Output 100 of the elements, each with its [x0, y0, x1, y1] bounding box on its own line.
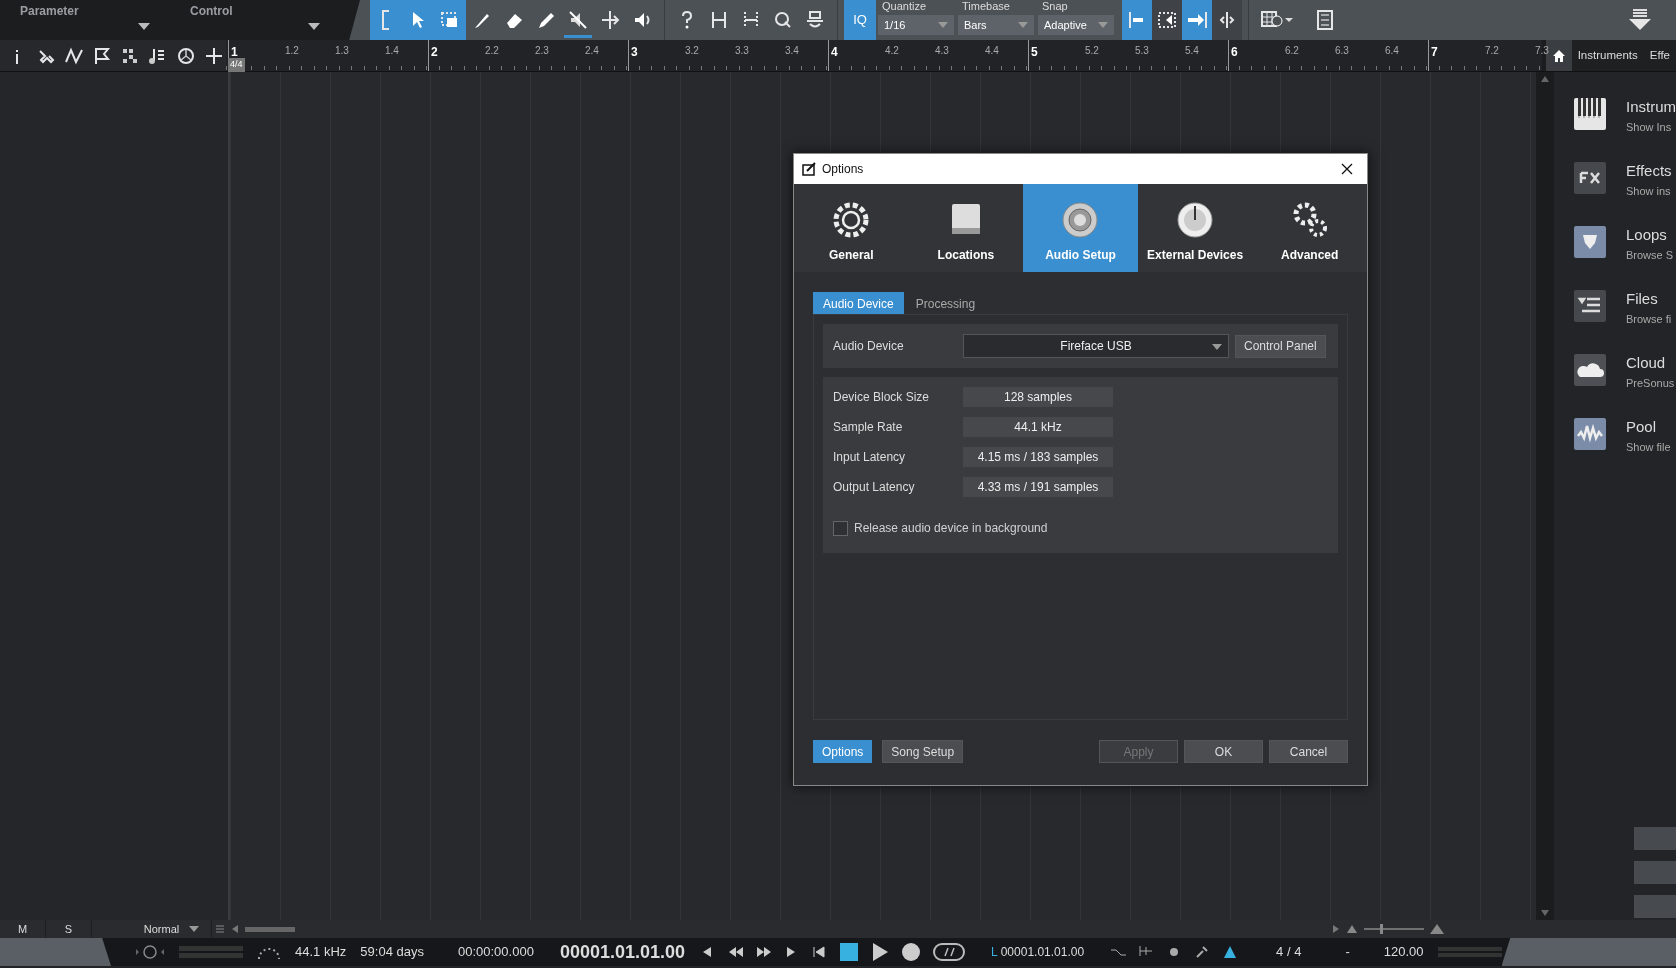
ruler-label: 2.3 — [534, 44, 550, 58]
ruler-label: 5.3 — [1134, 44, 1150, 58]
ruler-label: 6 — [1228, 40, 1278, 71]
dropdown-caret-icon[interactable] — [308, 23, 320, 30]
dialog-button[interactable]: OK — [1184, 740, 1263, 763]
selector-dropdown[interactable]: Bars — [958, 15, 1034, 35]
cloud-icon — [1574, 354, 1606, 386]
ruler-label: 4.2 — [884, 44, 900, 58]
selector-label: Snap — [1041, 0, 1069, 13]
ruler-label: 6.3 — [1334, 44, 1350, 58]
snap-toggle[interactable] — [1212, 0, 1242, 40]
scroll-thumb[interactable] — [245, 926, 295, 932]
browser-item-title: Effects — [1626, 162, 1672, 180]
ruler-label: 7.3 — [1534, 44, 1549, 58]
loop-start: 00001.01.01.00 — [1000, 944, 1085, 961]
browser-item[interactable]: Files Browse fi — [1554, 284, 1676, 348]
ruler-label: 1.3 — [334, 44, 350, 58]
panel-tab[interactable] — [0, 938, 112, 966]
dropdown-caret-icon[interactable] — [138, 23, 150, 30]
browser-item-title: Files — [1626, 290, 1659, 308]
level-meter-icon — [179, 945, 244, 959]
selector-label: Timebase — [961, 0, 1011, 13]
play-icon[interactable] — [871, 942, 889, 962]
field-label: Sample Rate — [833, 419, 904, 436]
return-to-start-icon[interactable] — [811, 944, 827, 960]
dialog-title: Options — [822, 161, 864, 178]
time-signature: 4/4 — [228, 58, 245, 72]
browser-item[interactable]: Cloud PreSonus — [1554, 348, 1676, 412]
device-dropdown[interactable]: Fireface USB — [963, 334, 1229, 358]
browser-item-title: Loops — [1626, 226, 1668, 244]
dialog-button[interactable]: Cancel — [1269, 740, 1348, 763]
browser-item[interactable]: Instrum Show Ins — [1554, 92, 1676, 156]
dial-icon — [1175, 200, 1216, 240]
film-strip-icon — [1316, 9, 1334, 31]
snap-frame-icon — [1156, 9, 1178, 31]
control-panel-button[interactable]: Control Panel — [1235, 334, 1326, 358]
settings-tab[interactable]: Processing — [905, 292, 986, 314]
time-display: 00:00:00.000 — [457, 943, 534, 962]
selector-dropdown[interactable]: 1/16 — [878, 15, 954, 35]
flag-icon[interactable] — [92, 45, 112, 66]
speaker-cone-icon — [1060, 200, 1101, 240]
ruler-label: 5.4 — [1184, 44, 1200, 58]
checkbox[interactable] — [833, 520, 848, 536]
browser-item[interactable]: Effects Show ins — [1554, 156, 1676, 220]
scroll-right-icon[interactable] — [1332, 924, 1340, 934]
download-arrow-icon — [1627, 8, 1653, 32]
tool-button[interactable] — [434, 0, 466, 40]
midi-port-icon[interactable] — [135, 944, 166, 960]
selector-label: Quantize — [881, 0, 928, 13]
category-tab[interactable]: Locations — [908, 184, 1024, 272]
snap-toggle[interactable] — [1122, 0, 1152, 40]
time-signature-display: 4 / 4 — [1276, 943, 1302, 962]
position-display: 00001.01.01.00 — [559, 940, 685, 964]
scroll-down-icon[interactable] — [1540, 909, 1551, 917]
ruler-label: 1.2 — [284, 44, 300, 58]
scroll-left-icon[interactable] — [231, 924, 239, 934]
mute-speaker-icon — [567, 9, 589, 31]
snap-toggle[interactable] — [1182, 0, 1212, 40]
rewind-icon[interactable] — [727, 944, 743, 960]
plus-icon[interactable] — [204, 45, 224, 66]
checkbox-label: Release audio device in background — [854, 520, 1048, 537]
ruler-label: 4.4 — [984, 44, 1000, 58]
category-tab[interactable]: Advanced — [1252, 184, 1367, 272]
zoom-slider-icon[interactable] — [1346, 923, 1446, 935]
fast-forward-icon[interactable] — [755, 944, 771, 960]
stop-icon[interactable] — [839, 942, 859, 962]
category-tab[interactable]: External Devices — [1137, 184, 1253, 272]
field-value: 44.1 kHz — [963, 417, 1113, 437]
dialog-tab-button[interactable]: Song Setup — [882, 740, 964, 763]
bend-marker-icon — [599, 9, 621, 31]
browser-item-title: Cloud — [1626, 354, 1667, 372]
browser-item[interactable]: Loops Browse S — [1554, 220, 1676, 284]
ruler-label: 3 — [628, 40, 678, 71]
category-tab[interactable]: General — [794, 184, 909, 272]
field-value: 4.15 ms / 183 samples — [963, 447, 1113, 467]
ruler-label: 4.3 — [934, 44, 950, 58]
scroll-up-icon[interactable] — [1540, 75, 1551, 83]
browser-item[interactable]: Pool Show file — [1554, 412, 1676, 476]
ruler-label: 7 — [1428, 40, 1478, 71]
metronome-icon[interactable] — [1222, 944, 1239, 960]
record-icon[interactable] — [901, 942, 921, 962]
selector-dropdown[interactable]: Adaptive — [1038, 15, 1114, 35]
sample-rate: 44.1 kHz — [295, 943, 347, 962]
ruler-label: 1.4 — [384, 44, 400, 58]
close-icon — [1341, 163, 1353, 175]
clock-icon[interactable] — [176, 45, 196, 66]
loop-icon[interactable] — [933, 942, 965, 962]
browser-item-title: Instrum — [1626, 98, 1676, 116]
file-list-icon — [1574, 290, 1606, 322]
ruler-label: 3.2 — [684, 44, 700, 58]
ruler-label: 5 — [1028, 40, 1078, 71]
fx-glyph-icon — [1579, 171, 1601, 185]
snap-toggle[interactable] — [1152, 0, 1182, 40]
browser-item-subtitle: PreSonus — [1626, 376, 1675, 391]
field-label: Output Latency — [833, 479, 916, 496]
ruler-label: 2.4 — [584, 44, 600, 58]
browser-item-subtitle: Show Ins — [1626, 120, 1673, 135]
arrow-to-line-icon — [1186, 9, 1208, 31]
ruler-label: 5.2 — [1084, 44, 1100, 58]
panel-tab[interactable] — [1501, 938, 1676, 966]
